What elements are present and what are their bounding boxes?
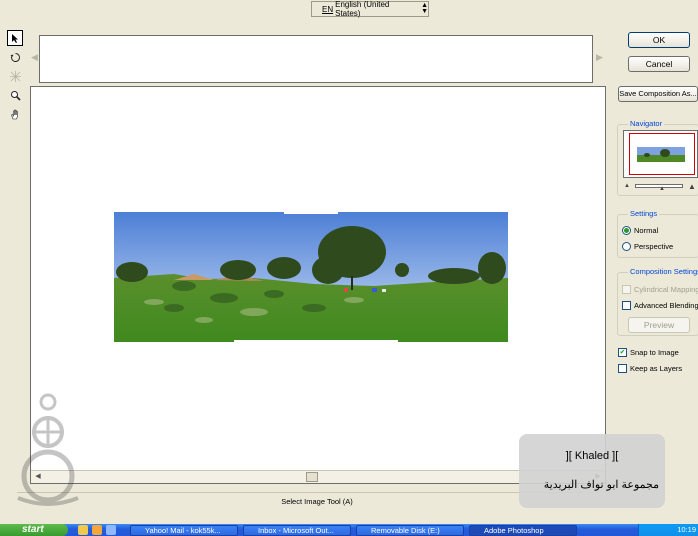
tool-palette [5, 30, 25, 125]
language-label: English (United States) [335, 0, 390, 18]
settings-title: Settings [628, 209, 660, 218]
start-button[interactable]: start [0, 524, 68, 536]
scroll-thumb[interactable] [306, 472, 318, 482]
cancel-button[interactable]: Cancel [628, 56, 690, 72]
quicklaunch-media-icon[interactable] [92, 525, 102, 535]
advanced-blending-checkbox[interactable] [622, 301, 631, 310]
task-adobe-photoshop[interactable]: Adobe Photoshop [469, 525, 577, 536]
language-bar[interactable]: EN English (United States) ▲ ▼ [311, 0, 429, 18]
quicklaunch-folder-icon[interactable] [78, 525, 88, 535]
caption-line-2: مجموعة ابو نواف البريدية [543, 479, 659, 491]
normal-label: Normal [634, 226, 659, 235]
panorama-composition[interactable] [114, 212, 508, 342]
task-yahoo-mail[interactable]: Yahoo! Mail - kok55k... [130, 525, 238, 536]
lightbox-right-arrow-icon[interactable]: ▶ [596, 52, 604, 62]
perspective-label: Perspective [634, 242, 674, 251]
zoom-thumb-icon[interactable]: ▲ [659, 186, 665, 192]
watermark-logo-icon [17, 393, 79, 506]
select-image-tool-icon[interactable] [7, 30, 23, 46]
cylindrical-mapping-option[interactable]: Cylindrical Mapping [622, 285, 698, 294]
clock[interactable]: 10:19 [677, 525, 696, 534]
cylindrical-mapping-label: Cylindrical Mapping [634, 285, 698, 294]
navigator-title: Navigator [628, 119, 665, 128]
lightbox-left-arrow-icon[interactable]: ◀ [31, 52, 39, 62]
task-removable-disk[interactable]: Removable Disk (E:) [356, 525, 464, 536]
normal-radio[interactable] [622, 226, 631, 235]
composition-settings-title: Composition Settings [628, 267, 698, 276]
zoom-in-icon[interactable]: ▲ [688, 182, 696, 191]
rotate-image-tool-icon[interactable] [7, 49, 23, 65]
normal-option[interactable]: Normal [622, 226, 658, 235]
hand-tool-icon[interactable] [7, 106, 23, 122]
keep-as-layers-checkbox[interactable] [618, 364, 627, 373]
cylindrical-mapping-checkbox[interactable] [622, 285, 631, 294]
navigator-image [637, 147, 685, 162]
advanced-blending-label: Advanced Blending [634, 301, 698, 310]
perspective-radio[interactable] [622, 242, 631, 251]
save-composition-button[interactable]: Save Composition As... [618, 86, 698, 102]
navigator-zoom-slider[interactable]: ▲ ▲ ▲ [622, 182, 698, 192]
keep-as-layers-option[interactable]: Keep as Layers [618, 364, 682, 373]
zoom-out-icon[interactable]: ▲ [624, 183, 630, 189]
lightbox-strip [39, 35, 593, 83]
snap-to-image-label: Snap to Image [630, 348, 679, 357]
caption-line-1: ][ Khaled ][ [565, 450, 619, 462]
system-tray: 10:19 [638, 524, 698, 536]
perspective-option[interactable]: Perspective [622, 242, 673, 251]
ok-button[interactable]: OK [628, 32, 690, 48]
snap-to-image-option[interactable]: ✔ Snap to Image [618, 348, 679, 357]
navigator-thumbnail[interactable] [623, 130, 698, 178]
keep-as-layers-label: Keep as Layers [630, 364, 683, 373]
taskbar: start Yahoo! Mail - kok55k... Inbox - Mi… [0, 524, 698, 536]
vanishing-point-tool-icon[interactable] [7, 68, 23, 84]
zoom-tool-icon[interactable] [7, 87, 23, 103]
snap-to-image-checkbox[interactable]: ✔ [618, 348, 627, 357]
settings-group: Settings Normal Perspective [617, 209, 698, 258]
preview-button[interactable]: Preview [628, 317, 690, 333]
caption-overlay: ][ Khaled ][ مجموعة ابو نواف البريدية [519, 434, 665, 508]
advanced-blending-option[interactable]: Advanced Blending [622, 301, 698, 310]
language-arrows-icon[interactable]: ▲ ▼ [421, 2, 428, 15]
task-outlook-inbox[interactable]: Inbox - Microsoft Out... [243, 525, 351, 536]
quicklaunch-browser-icon[interactable] [106, 525, 116, 535]
language-code: EN [322, 4, 334, 14]
